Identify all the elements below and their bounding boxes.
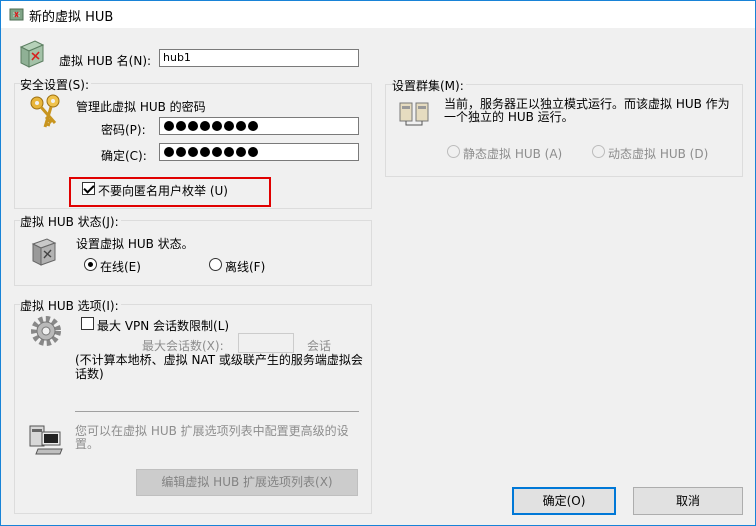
hub-icon [9,8,24,21]
ext-options-hint: 您可以在虚拟 HUB 扩展选项列表中配置更高级的设置。 [75,424,349,451]
server-cluster-icon [399,102,429,126]
confirm-label: 确定(C): [101,149,147,163]
dynamic-hub-radio[interactable] [592,145,605,158]
confirm-password-input[interactable] [159,143,359,161]
max-vpn-checkbox[interactable] [81,317,94,330]
max-sessions-label: 最大会话数(X): [142,339,224,353]
password-label: 密码(P): [101,123,146,137]
ok-button[interactable]: 确定(O) [512,487,616,515]
password-input[interactable] [159,117,359,135]
hub-name-label: 虚拟 HUB 名(N): [59,54,152,68]
anon-enum-checkbox[interactable] [82,182,95,195]
online-label[interactable]: 在线(E) [100,258,141,275]
dynamic-hub-label[interactable]: 动态虚拟 HUB (D) [608,145,708,162]
anon-enum-label[interactable]: 不要向匿名用户枚举 (U) [98,182,228,199]
sessions-note: (不计算本地桥、虚拟 NAT 或级联产生的服务端虚拟会话数) [75,353,363,381]
gear-icon [31,316,61,346]
max-vpn-label[interactable]: 最大 VPN 会话数限制(L) [97,317,229,334]
window-title: 新的虚拟 HUB [29,10,114,25]
status-heading: 设置虚拟 HUB 状态。 [76,237,194,251]
hub-name-input[interactable]: hub1 [159,49,359,67]
static-hub-label[interactable]: 静态虚拟 HUB (A) [463,145,562,162]
offline-radio[interactable] [209,258,222,271]
cancel-button[interactable]: 取消 [633,487,743,515]
options-separator [75,411,359,412]
security-group-label: 安全设置(S): [20,76,92,93]
keys-icon [30,94,60,128]
online-radio[interactable] [84,258,97,271]
static-hub-radio[interactable] [447,145,460,158]
hub-large-icon [19,40,45,68]
hub-status-icon [31,238,57,266]
dialog-window: 新的虚拟 HUB 虚拟 HUB 名(N): hub1 安全设置(S): 管理此虚… [0,0,756,526]
title-bar: 新的虚拟 HUB [1,1,755,28]
status-group-label: 虚拟 HUB 状态(J): [20,213,121,230]
cluster-group-label: 设置群集(M): [392,77,466,94]
password-heading: 管理此虚拟 HUB 的密码 [76,100,206,114]
offline-label[interactable]: 离线(F) [225,258,265,275]
computer-icon [29,425,63,455]
max-sessions-input[interactable] [238,333,294,353]
edit-ext-options-button[interactable]: 编辑虚拟 HUB 扩展选项列表(X) [136,469,358,496]
cluster-description: 当前，服务器正以独立模式运行。而该虚拟 HUB 作为一个独立的 HUB 运行。 [444,97,730,124]
max-sessions-unit: 会话 [307,339,332,353]
options-group-label: 虚拟 HUB 选项(I): [20,297,121,314]
